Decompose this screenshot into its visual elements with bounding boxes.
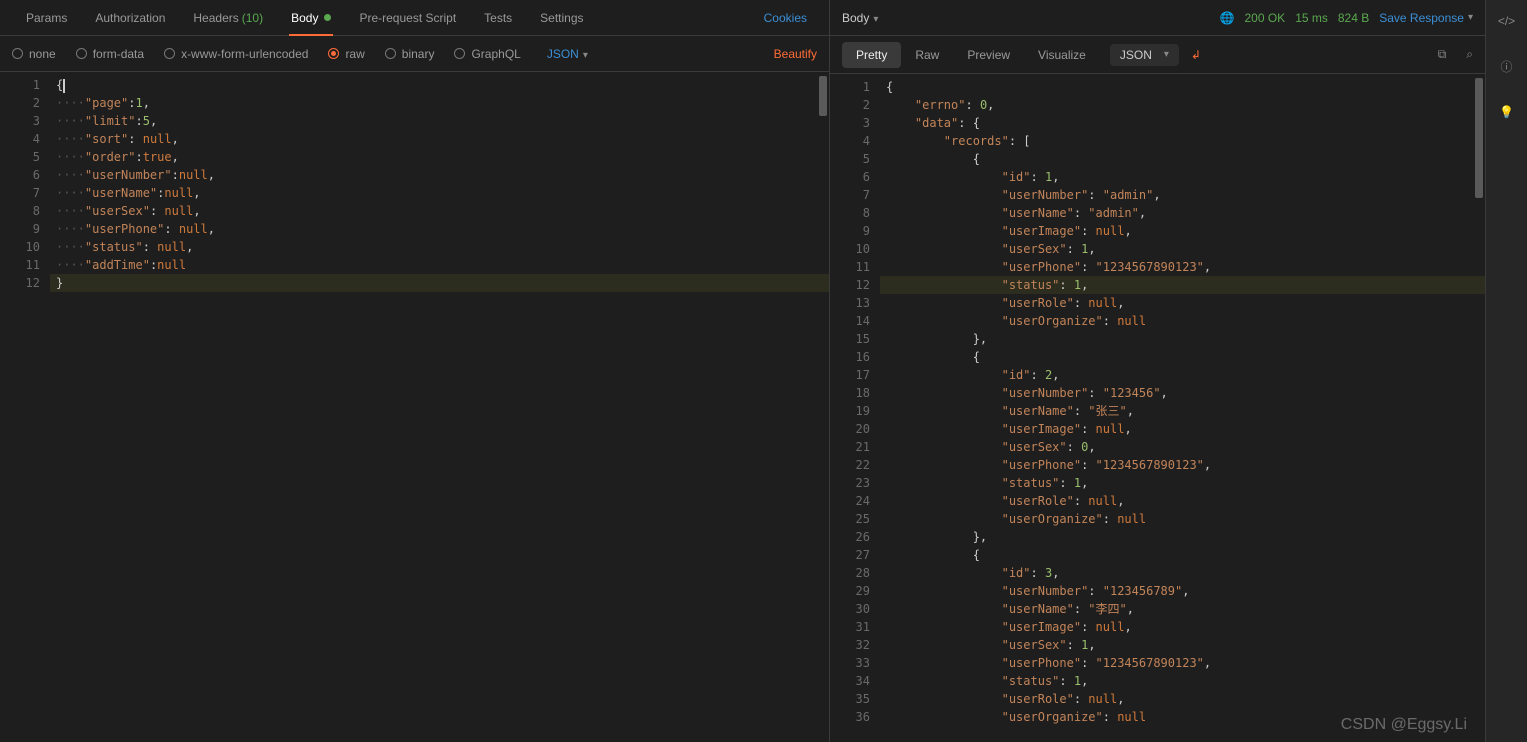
body-type-urlencoded[interactable]: x-www-form-urlencoded	[164, 47, 308, 61]
subtab-pretty[interactable]: Pretty	[842, 42, 901, 68]
response-time: 15 ms	[1295, 11, 1328, 25]
body-type-graphql[interactable]: GraphQL	[454, 47, 520, 61]
tab-tests[interactable]: Tests	[470, 0, 526, 36]
search-icon[interactable]: ⌕	[1466, 47, 1473, 62]
radio-icon	[454, 48, 465, 59]
copy-icon[interactable]: ⧉	[1438, 47, 1447, 62]
wrap-line-icon[interactable]: ↲	[1191, 48, 1201, 62]
subtab-raw[interactable]: Raw	[901, 42, 953, 68]
body-type-binary[interactable]: binary	[385, 47, 435, 61]
globe-icon[interactable]: 🌐	[1220, 11, 1235, 25]
unsaved-dot-icon	[324, 14, 331, 21]
request-body-editor[interactable]: 123456789101112 {····"page":1,····"limit…	[0, 72, 829, 742]
chevron-down-icon: ▾	[583, 50, 588, 61]
response-type-dropdown[interactable]: JSON▾	[1110, 44, 1179, 66]
response-size: 824 B	[1338, 11, 1369, 25]
scrollbar-thumb[interactable]	[819, 76, 827, 116]
radio-icon	[328, 48, 339, 59]
beautify-button[interactable]: Beautify	[774, 47, 817, 61]
content-type-dropdown[interactable]: JSON▾	[541, 47, 598, 61]
response-body-viewer[interactable]: 1234567891011121314151617181920212223242…	[830, 74, 1485, 742]
tab-params[interactable]: Params	[12, 0, 81, 36]
info-icon[interactable]: ⓘ	[1500, 58, 1512, 75]
status-code: 200 OK	[1244, 11, 1285, 25]
radio-icon	[164, 48, 175, 59]
response-header: Body▾ 🌐 200 OK 15 ms 824 B Save Response…	[830, 0, 1485, 36]
radio-icon	[76, 48, 87, 59]
request-panel: Params Authorization Headers(10) Body Pr…	[0, 0, 830, 742]
chevron-down-icon: ▾	[1468, 12, 1473, 23]
tab-settings[interactable]: Settings	[526, 0, 597, 36]
right-rail: </> ⓘ 💡	[1485, 0, 1527, 742]
body-type-form-data[interactable]: form-data	[76, 47, 144, 61]
body-type-raw[interactable]: raw	[328, 47, 364, 61]
chevron-down-icon: ▾	[873, 14, 878, 25]
save-response-button[interactable]: Save Response▾	[1379, 11, 1473, 25]
line-gutter: 123456789101112	[0, 72, 50, 742]
request-tabs: Params Authorization Headers(10) Body Pr…	[0, 0, 829, 36]
tab-headers[interactable]: Headers(10)	[179, 0, 277, 36]
radio-icon	[385, 48, 396, 59]
tab-prerequest[interactable]: Pre-request Script	[345, 0, 470, 36]
response-section-dropdown[interactable]: Body▾	[842, 11, 878, 25]
chevron-down-icon: ▾	[1164, 49, 1169, 60]
response-panel: Body▾ 🌐 200 OK 15 ms 824 B Save Response…	[830, 0, 1485, 742]
tab-body[interactable]: Body	[277, 0, 345, 36]
scrollbar-thumb[interactable]	[1475, 78, 1483, 198]
radio-icon	[12, 48, 23, 59]
body-type-none[interactable]: none	[12, 47, 56, 61]
lightbulb-icon[interactable]: 💡	[1499, 105, 1514, 119]
subtab-preview[interactable]: Preview	[953, 42, 1024, 68]
cookies-link[interactable]: Cookies	[754, 11, 817, 25]
body-type-row: none form-data x-www-form-urlencoded raw…	[0, 36, 829, 72]
subtab-visualize[interactable]: Visualize	[1024, 42, 1100, 68]
line-gutter: 1234567891011121314151617181920212223242…	[830, 74, 880, 742]
code-icon[interactable]: </>	[1498, 14, 1515, 28]
response-subtabs: Pretty Raw Preview Visualize JSON▾ ↲ ⧉ ⌕	[830, 36, 1485, 74]
tab-authorization[interactable]: Authorization	[81, 0, 179, 36]
